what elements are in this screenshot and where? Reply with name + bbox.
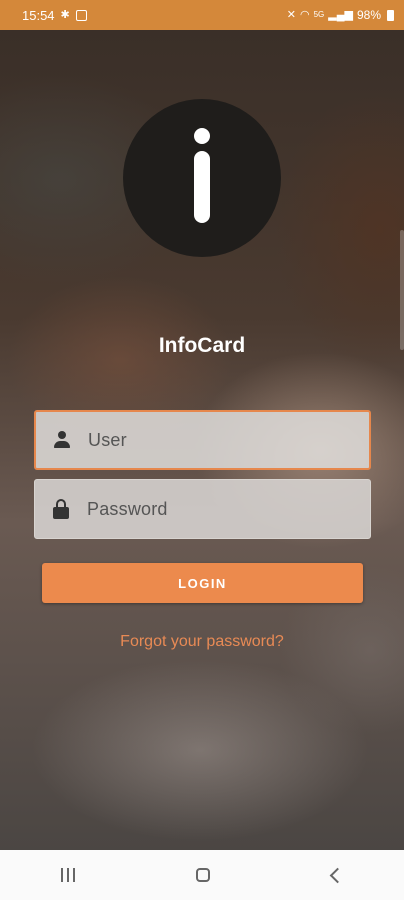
info-i-icon bbox=[194, 128, 210, 144]
signal-icon: ▂▄▆ bbox=[328, 8, 353, 21]
navigation-bar bbox=[0, 850, 404, 900]
person-icon bbox=[36, 431, 88, 449]
network-type: 5G bbox=[313, 10, 325, 19]
app-title: InfoCard bbox=[158, 334, 246, 357]
forgot-password-link[interactable]: Forgot your password? bbox=[0, 633, 404, 651]
status-bar-right: ✕ ◠ 5G ▂▄▆ 98% bbox=[287, 8, 394, 22]
battery-percent: 98% bbox=[356, 8, 381, 22]
scroll-indicator bbox=[400, 230, 404, 350]
status-bar-left: 15:54 ✱ bbox=[22, 8, 87, 23]
user-field[interactable] bbox=[34, 410, 371, 470]
teams-icon: ✱ bbox=[60, 8, 70, 21]
mute-icon: ✕ bbox=[286, 8, 296, 21]
battery-icon bbox=[387, 9, 394, 21]
lock-icon bbox=[35, 499, 87, 519]
back-icon[interactable] bbox=[329, 867, 346, 883]
notification-icon bbox=[75, 9, 87, 21]
hotspot-icon: ◠ bbox=[299, 8, 310, 21]
login-button[interactable]: LOGIN bbox=[42, 563, 363, 603]
home-icon[interactable] bbox=[196, 868, 211, 882]
status-bar: 15:54 ✱ ✕ ◠ 5G ▂▄▆ 98% bbox=[0, 0, 404, 30]
password-input[interactable] bbox=[87, 498, 347, 520]
app-logo bbox=[123, 99, 281, 257]
recents-icon[interactable] bbox=[60, 868, 75, 882]
password-field[interactable] bbox=[34, 479, 371, 539]
user-input[interactable] bbox=[88, 429, 348, 451]
info-i-stem bbox=[194, 151, 210, 223]
status-time: 15:54 bbox=[22, 7, 55, 23]
